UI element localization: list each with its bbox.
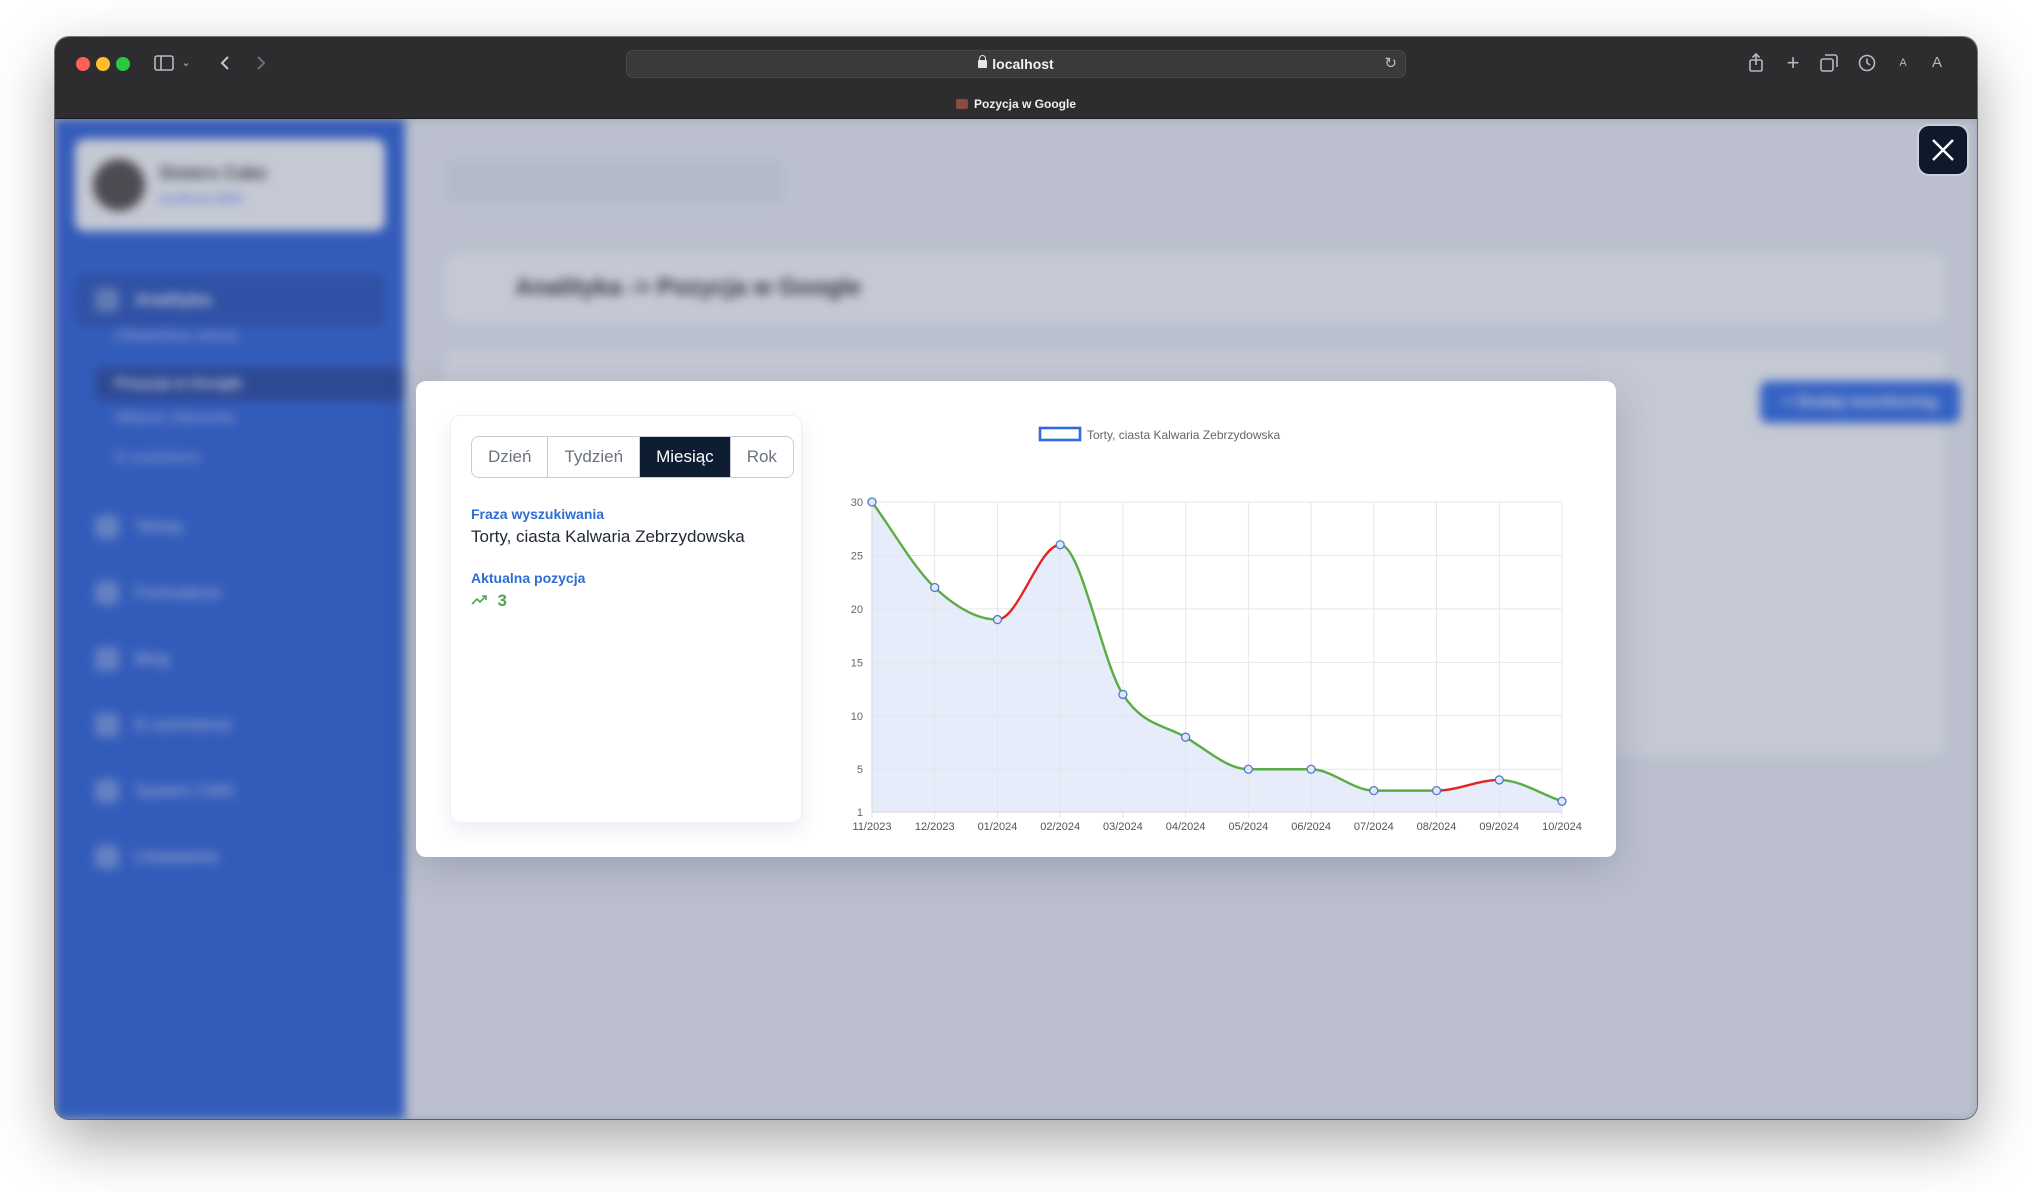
tab-title[interactable]: Pozycja w Google [55, 97, 1977, 111]
cake-favicon-icon [955, 99, 968, 109]
x-tick-label: 01/2024 [978, 821, 1018, 833]
back-icon[interactable] [215, 49, 235, 77]
data-point [1369, 785, 1379, 796]
history-icon[interactable] [1856, 49, 1878, 77]
y-tick-label: 20 [851, 604, 863, 616]
close-icon [1932, 139, 1954, 161]
x-tick-label: 08/2024 [1417, 821, 1457, 833]
legend-label: Torty, ciasta Kalwaria Zebrzydowska [1087, 428, 1281, 442]
data-point [1180, 732, 1191, 742]
x-tick-label: 03/2024 [1103, 821, 1143, 833]
y-tick-label: 1 [857, 807, 863, 819]
close-window-button[interactable] [76, 57, 90, 71]
forward-icon[interactable] [251, 49, 271, 77]
data-point [1306, 764, 1316, 774]
y-tick-label: 10 [851, 711, 863, 723]
data-point [1431, 785, 1442, 796]
data-point [1557, 796, 1567, 806]
x-tick-label: 09/2024 [1479, 821, 1519, 833]
url-text: localhost [992, 56, 1054, 72]
data-point [930, 582, 940, 593]
y-tick-label: 25 [851, 550, 863, 562]
position-chart: 15101520253011/2023 12/2023 01/2024 02/2024… [851, 426, 1582, 833]
lock-icon [978, 55, 988, 68]
minimize-window-button[interactable] [96, 57, 110, 71]
address-bar[interactable]: localhost ↻ [626, 50, 1406, 78]
data-point [867, 497, 877, 507]
x-tick-label: 07/2024 [1354, 821, 1394, 833]
zoom-window-button[interactable] [116, 57, 130, 71]
share-icon[interactable] [1745, 49, 1767, 77]
x-tick-label: 11/2023 [853, 821, 892, 833]
chevron-down-icon[interactable]: ⌄ [179, 49, 193, 77]
y-tick-label: 30 [851, 497, 863, 509]
x-tick-label: 12/2023 [915, 821, 955, 833]
data-point [1494, 775, 1504, 785]
text-large-icon[interactable]: A [1928, 49, 1946, 77]
data-point [1118, 689, 1128, 700]
chart-area-fill [872, 502, 1562, 812]
x-tick-label: 04/2024 [1166, 821, 1206, 833]
data-point [1055, 540, 1065, 550]
x-tick-label: 06/2024 [1291, 821, 1331, 833]
data-point [992, 614, 1003, 625]
data-point [1243, 764, 1254, 774]
tab-title-text: Pozycja w Google [973, 97, 1077, 111]
browser-titlebar: ⌄ localhost ↻ + A A Pozycja w Google [55, 37, 1977, 119]
sidebar-icon[interactable] [153, 49, 175, 77]
y-tick-label: 5 [857, 764, 863, 776]
position-modal: Dzień Tydzień Miesiąc Rok Fraza wyszukiw… [416, 381, 1616, 857]
browser-window: ⌄ localhost ↻ + A A Pozycja w Google Sis… [55, 37, 1977, 1119]
x-tick-label: 10/2024 [1542, 821, 1582, 833]
legend-swatch [1038, 426, 1082, 442]
tab-overview-icon[interactable] [1818, 49, 1840, 77]
text-small-icon[interactable]: A [1895, 49, 1911, 77]
reload-icon[interactable]: ↻ [1384, 51, 1397, 77]
x-tick-label: 05/2024 [1228, 821, 1268, 833]
x-tick-label: 02/2024 [1040, 821, 1080, 833]
close-modal-button[interactable] [1919, 126, 1967, 174]
y-tick-label: 15 [851, 657, 863, 669]
new-tab-icon[interactable]: + [1782, 49, 1804, 77]
